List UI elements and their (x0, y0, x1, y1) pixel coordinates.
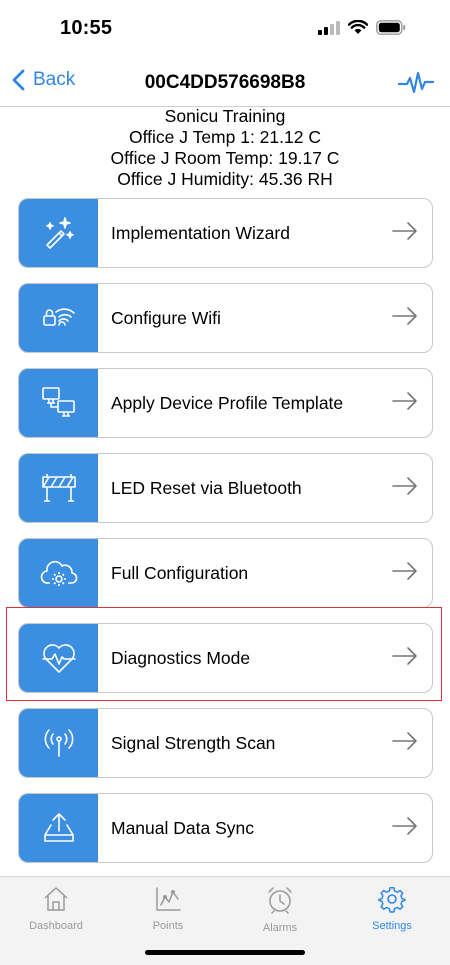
nav-bar: Back 00C4DD576698B8 (0, 60, 450, 106)
arrow-right-icon (392, 647, 417, 665)
alarm-clock-icon (268, 887, 292, 914)
tab-dashboard[interactable]: Dashboard (11, 885, 101, 932)
status-time: 10:55 (60, 17, 113, 39)
status-bar: 10:55 (0, 0, 450, 60)
configure-wifi-item[interactable]: Configure Wifi (18, 283, 433, 353)
heart-pulse-icon (41, 644, 76, 673)
led-reset-via-bluetooth-label: LED Reset via Bluetooth (111, 477, 302, 498)
wifi-icon (347, 19, 369, 40)
tab-settings[interactable]: Settings (347, 885, 437, 932)
apply-device-profile-template-label: Apply Device Profile Template (111, 392, 344, 413)
info-humidity: Office J Humidity: 45.36 RH (117, 169, 333, 189)
device-info: Sonicu Training Office J Temp 1: 21.12 C… (0, 106, 450, 190)
magic-wand-icon (45, 217, 74, 249)
arrow-right-icon (392, 307, 417, 325)
barricade-icon (41, 474, 76, 502)
tab-alarms[interactable]: Alarms (235, 885, 325, 934)
arrow-right-icon (392, 732, 417, 750)
full-configuration-label: Full Configuration (111, 562, 249, 583)
arrow-right-icon (392, 817, 417, 835)
computers-icon (41, 387, 75, 417)
diagnostics-mode-item[interactable]: Diagnostics Mode (18, 623, 433, 693)
home-indicator (145, 950, 305, 955)
full-configuration-item[interactable]: Full Configuration (18, 538, 433, 608)
arrow-right-icon (392, 222, 417, 240)
manual-data-sync-item[interactable]: Manual Data Sync (18, 793, 433, 863)
gear-icon (378, 887, 406, 913)
tab-settings-label: Settings (372, 920, 412, 932)
tab-alarms-label: Alarms (262, 922, 298, 934)
manual-data-sync-label: Manual Data Sync (111, 817, 254, 838)
info-site: Sonicu Training (164, 106, 286, 126)
page-title: 00C4DD576698B8 (144, 72, 306, 93)
arrow-right-icon (392, 477, 417, 495)
settings-menu: Implementation Wizard Configure Wifi App… (18, 198, 433, 913)
wifi-lock-icon (42, 308, 75, 326)
arrow-right-icon (392, 392, 417, 410)
cloud-gear-icon (40, 560, 77, 586)
cellular-signal-icon (318, 20, 340, 40)
pulse-icon (397, 71, 435, 94)
chart-icon (156, 887, 181, 911)
home-icon (44, 887, 68, 911)
signal-strength-scan-label: Signal Strength Scan (111, 732, 276, 753)
pulse-button[interactable] (397, 70, 435, 101)
tab-points-label: Points (152, 920, 184, 932)
apply-device-profile-template-item[interactable]: Apply Device Profile Template (18, 368, 433, 438)
battery-icon (376, 20, 406, 40)
implementation-wizard-label: Implementation Wizard (111, 222, 290, 243)
led-reset-via-bluetooth-item[interactable]: LED Reset via Bluetooth (18, 453, 433, 523)
antenna-icon (44, 729, 73, 757)
configure-wifi-label: Configure Wifi (111, 307, 221, 328)
signal-strength-scan-item[interactable]: Signal Strength Scan (18, 708, 433, 778)
status-icons (318, 19, 406, 40)
implementation-wizard-item[interactable]: Implementation Wizard (18, 198, 433, 268)
tab-dashboard-label: Dashboard (29, 920, 83, 932)
upload-tray-icon (43, 813, 74, 842)
tab-points[interactable]: Points (123, 885, 213, 932)
info-room-temp: Office J Room Temp: 19.17 C (110, 148, 340, 168)
info-temp-1: Office J Temp 1: 21.12 C (129, 127, 321, 147)
diagnostics-mode-label: Diagnostics Mode (111, 647, 251, 668)
arrow-right-icon (392, 562, 417, 580)
